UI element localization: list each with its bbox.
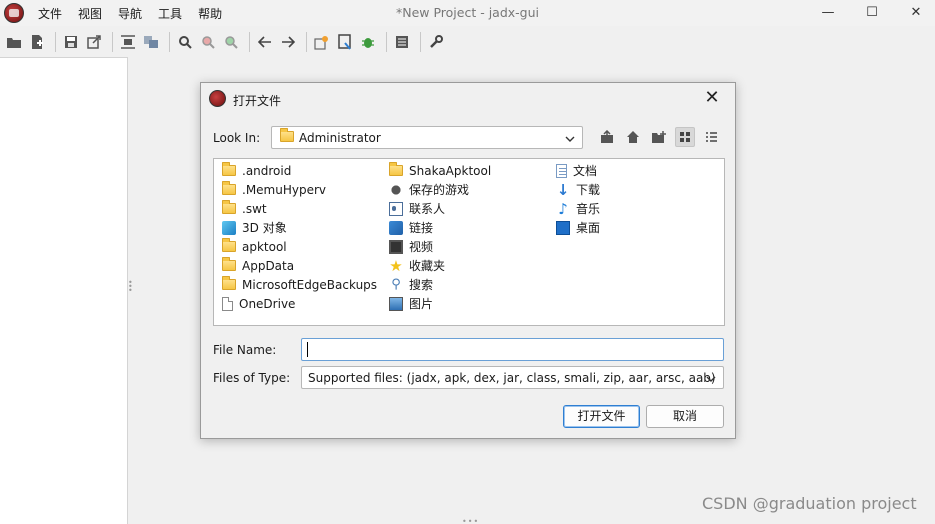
up-one-level-icon[interactable] xyxy=(597,127,617,147)
toolbar-separator xyxy=(306,32,307,52)
toolbar xyxy=(0,28,935,56)
folder-icon xyxy=(222,181,236,195)
find-usage-icon[interactable] xyxy=(221,32,241,52)
details-view-icon[interactable] xyxy=(701,127,721,147)
find-class-icon[interactable] xyxy=(198,32,218,52)
sync-icon[interactable] xyxy=(118,32,138,52)
save-icon[interactable] xyxy=(61,32,81,52)
text-caret xyxy=(307,342,308,357)
list-item[interactable]: ⚲ 搜索 xyxy=(389,275,433,294)
toolbar-separator xyxy=(420,32,421,52)
list-item[interactable]: MicrosoftEdgeBackups xyxy=(222,275,377,294)
list-item[interactable]: 链接 xyxy=(389,218,433,237)
list-item[interactable]: apktool xyxy=(222,237,287,256)
folder-icon xyxy=(222,238,236,252)
dialog-title: 打开文件 xyxy=(233,94,282,108)
folder-icon xyxy=(222,276,236,290)
toolbar-separator xyxy=(249,32,250,52)
open-folder-icon[interactable] xyxy=(4,32,24,52)
cancel-button[interactable]: 取消 xyxy=(646,405,724,428)
file-name-label: File Name: xyxy=(213,343,277,357)
add-file-icon[interactable] xyxy=(27,32,47,52)
list-item[interactable]: 3D 对象 xyxy=(222,218,287,237)
minimize-button[interactable]: — xyxy=(816,2,840,24)
file-name-input[interactable] xyxy=(301,338,724,361)
debug-icon[interactable] xyxy=(358,32,378,52)
music-icon: ♪ xyxy=(558,199,568,218)
file-icon xyxy=(222,296,233,311)
list-item[interactable]: ↓ 下载 xyxy=(556,180,600,199)
3d-objects-icon xyxy=(222,220,236,235)
chevron-down-icon xyxy=(705,369,717,389)
list-item[interactable]: .MemuHyperv xyxy=(222,180,326,199)
folder-icon xyxy=(222,162,236,176)
list-item[interactable]: 保存的游戏 xyxy=(389,180,469,199)
list-item[interactable]: .android xyxy=(222,161,291,180)
files-of-type-select[interactable]: Supported files: (jadx, apk, dex, jar, c… xyxy=(301,366,724,389)
file-list[interactable]: .android .MemuHyperv .swt 3D 对象 apktool … xyxy=(213,158,725,326)
log-icon[interactable] xyxy=(392,32,412,52)
forward-icon[interactable] xyxy=(278,32,298,52)
export-icon[interactable] xyxy=(84,32,104,52)
folder-icon xyxy=(222,200,236,214)
preferences-icon[interactable] xyxy=(426,32,446,52)
files-of-type-value: Supported files: (jadx, apk, dex, jar, c… xyxy=(308,371,716,385)
dialog-close-button[interactable]: ✕ xyxy=(701,87,723,108)
pictures-icon xyxy=(389,296,403,311)
contacts-icon xyxy=(389,201,403,216)
documents-icon xyxy=(556,163,567,178)
look-in-value: Administrator xyxy=(299,131,381,145)
folder-icon xyxy=(389,162,403,176)
project-tree-panel[interactable] xyxy=(0,57,128,524)
searches-icon: ⚲ xyxy=(391,276,401,292)
toolbar-separator xyxy=(386,32,387,52)
open-file-button[interactable]: 打开文件 xyxy=(563,405,640,428)
list-item[interactable]: 桌面 xyxy=(556,218,600,237)
list-item[interactable]: 视频 xyxy=(389,237,433,256)
quark-icon[interactable] xyxy=(335,32,355,52)
videos-icon xyxy=(389,239,403,254)
list-item[interactable]: ShakaApktool xyxy=(389,161,491,180)
list-item[interactable]: 联系人 xyxy=(389,199,445,218)
splitter-handle-icon[interactable]: • • • xyxy=(128,279,133,295)
look-in-label: Look In: xyxy=(213,131,261,145)
list-item[interactable]: OneDrive xyxy=(222,294,295,313)
home-icon[interactable] xyxy=(623,127,643,147)
open-file-dialog: 打开文件 ✕ Look In: Administrator .android .… xyxy=(200,82,736,439)
saved-games-icon xyxy=(389,182,403,197)
list-item[interactable]: 文档 xyxy=(556,161,597,180)
folder-icon xyxy=(280,128,294,142)
maximize-button[interactable]: ☐ xyxy=(860,2,884,24)
list-item[interactable]: ★ 收藏夹 xyxy=(389,256,445,275)
downloads-icon: ↓ xyxy=(556,180,570,199)
toolbar-separator xyxy=(55,32,56,52)
toolbar-separator xyxy=(169,32,170,52)
list-view-icon[interactable] xyxy=(675,127,695,147)
watermark: CSDN @graduation project xyxy=(702,494,917,513)
toolbar-separator xyxy=(112,32,113,52)
new-folder-icon[interactable] xyxy=(649,127,669,147)
title-bar: 文件 视图 导航 工具 帮助 *New Project - jadx-gui —… xyxy=(0,0,935,26)
list-item[interactable]: AppData xyxy=(222,256,294,275)
deobfuscate-icon[interactable] xyxy=(312,32,332,52)
folder-icon xyxy=(222,257,236,271)
files-of-type-label: Files of Type: xyxy=(213,371,291,385)
close-window-button[interactable]: ✕ xyxy=(904,2,928,24)
search-icon[interactable] xyxy=(175,32,195,52)
chevron-down-icon xyxy=(564,129,576,149)
links-icon xyxy=(389,220,403,235)
window-title: *New Project - jadx-gui xyxy=(395,5,540,20)
list-item[interactable]: .swt xyxy=(222,199,267,218)
list-item[interactable]: 图片 xyxy=(389,294,433,313)
jadx-logo-icon xyxy=(209,90,226,107)
back-icon[interactable] xyxy=(255,32,275,52)
desktop-icon xyxy=(556,220,570,235)
look-in-select[interactable]: Administrator xyxy=(271,126,583,149)
favorites-icon: ★ xyxy=(389,256,403,275)
bottom-splitter-handle-icon[interactable]: ••• xyxy=(462,517,478,524)
flatten-icon[interactable] xyxy=(141,32,161,52)
list-item[interactable]: ♪ 音乐 xyxy=(556,199,600,218)
